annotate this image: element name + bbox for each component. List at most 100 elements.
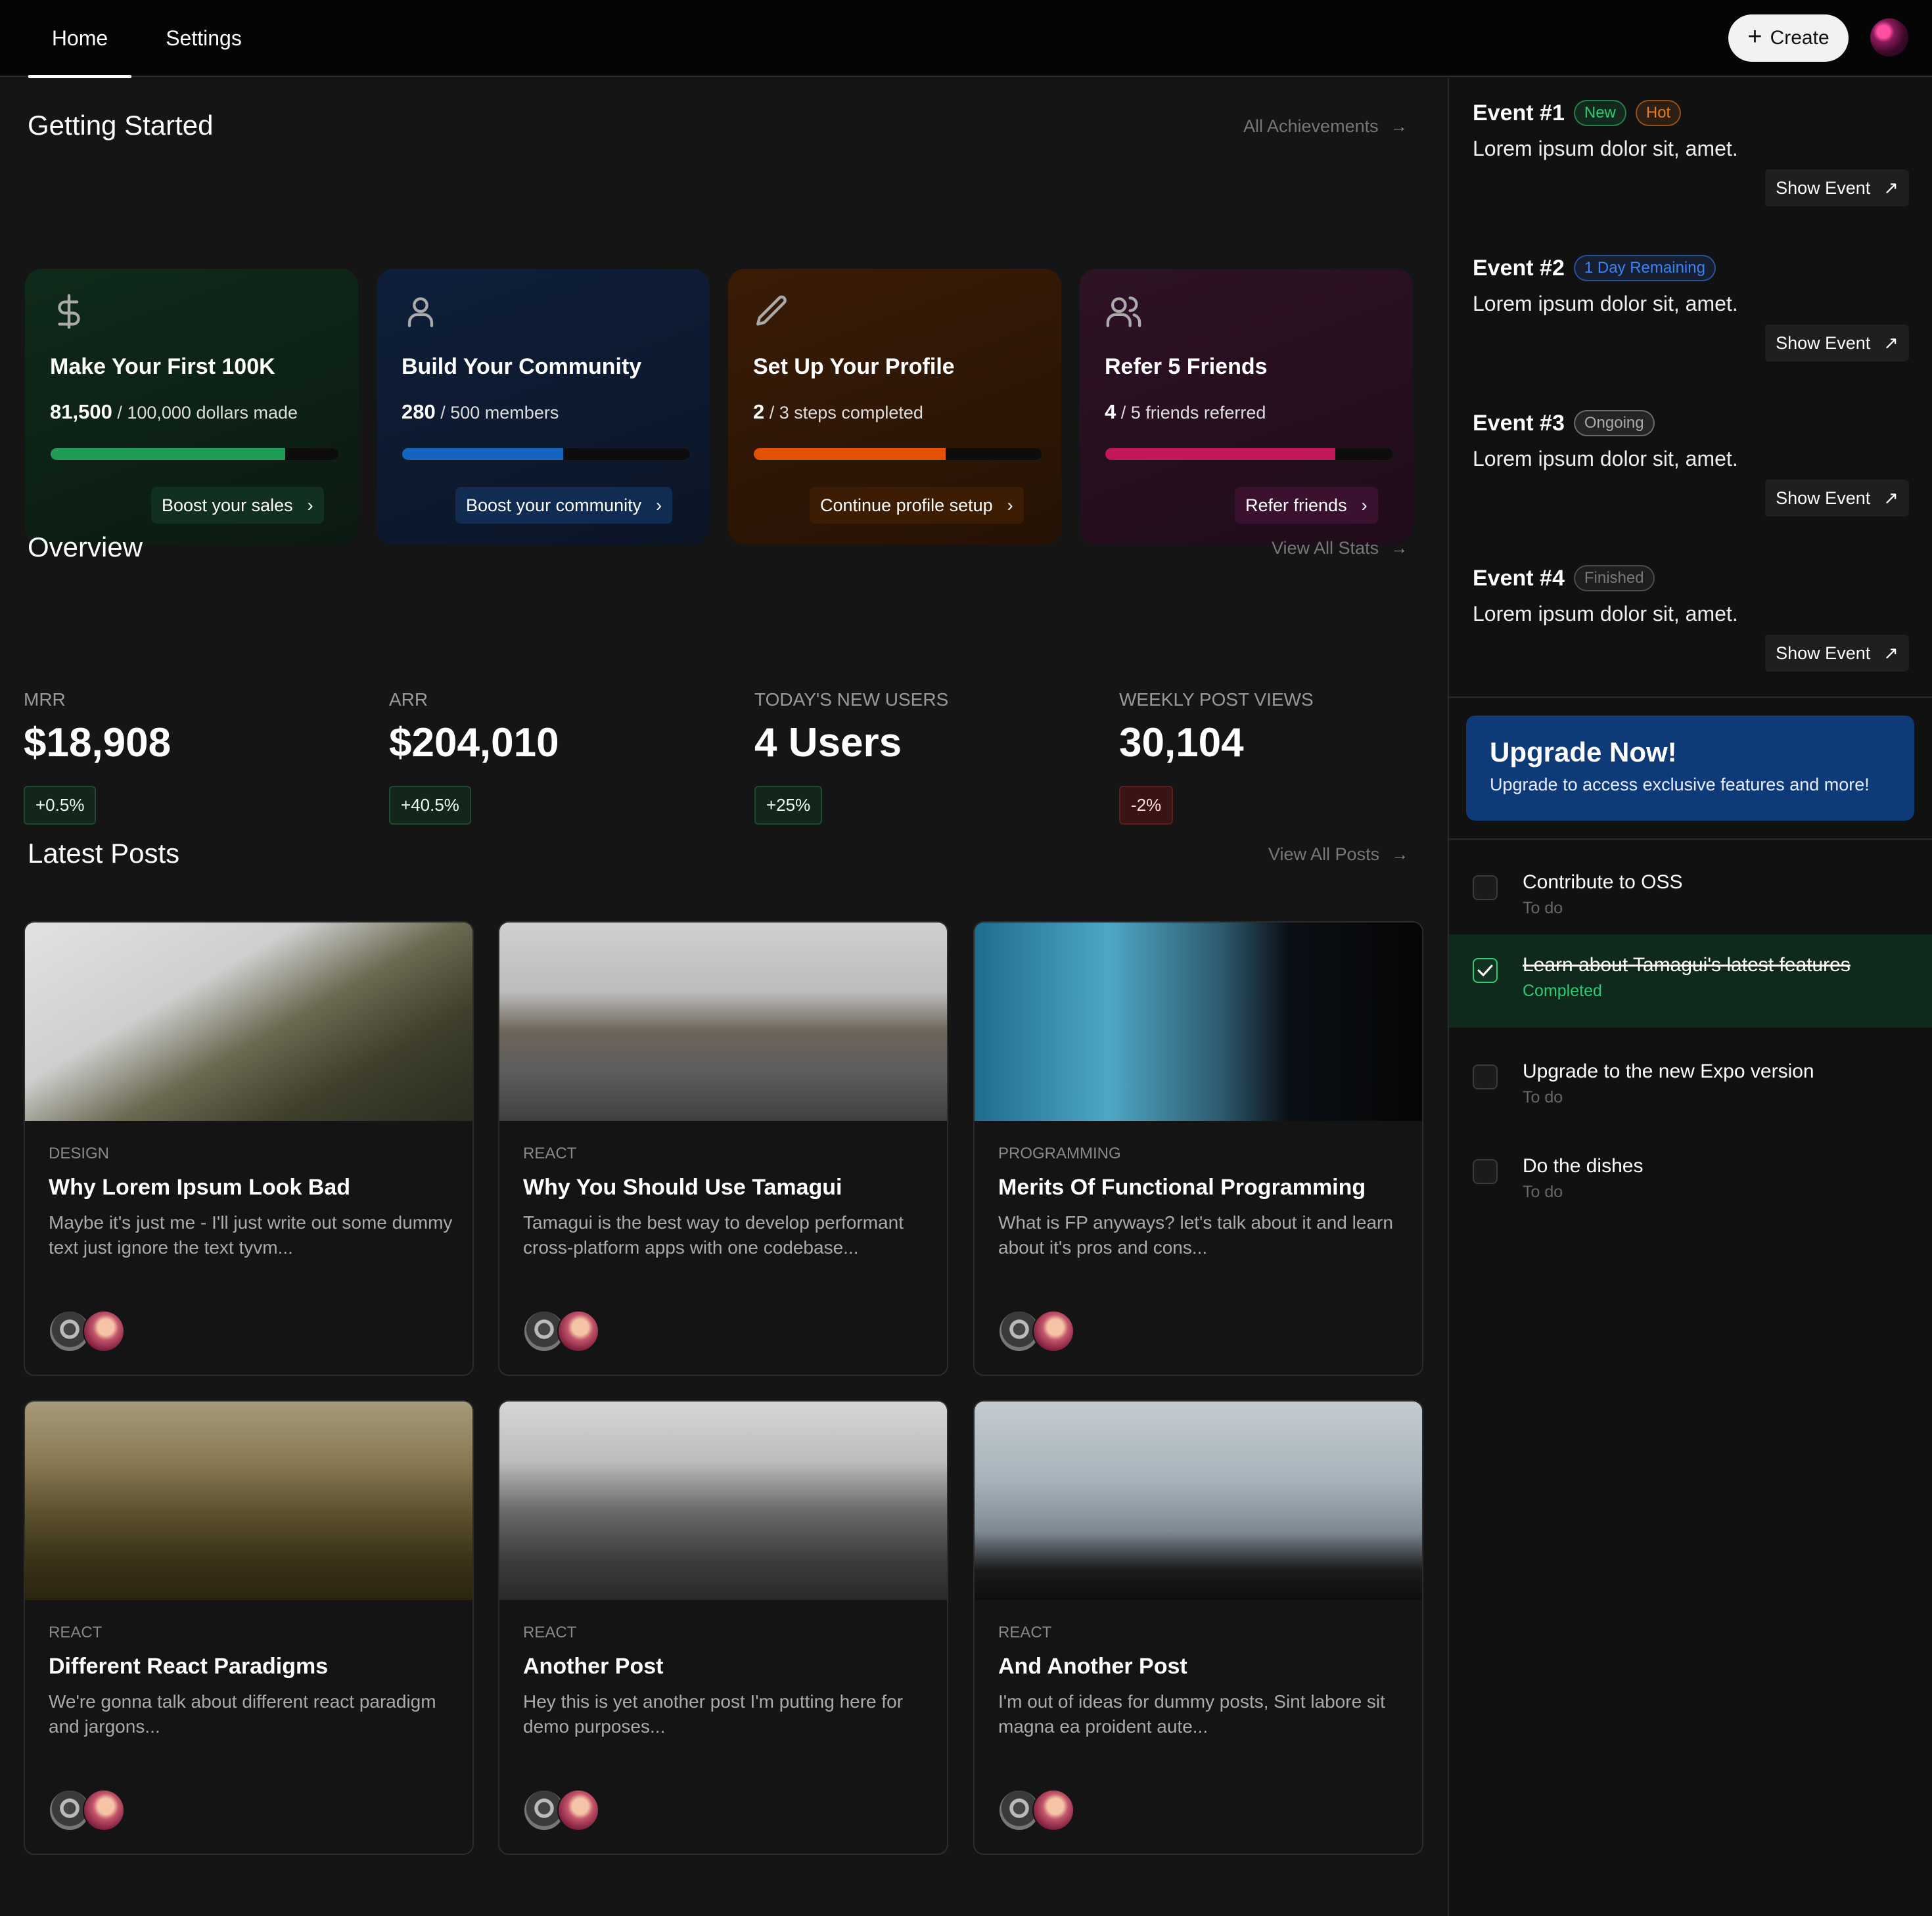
author-avatar (557, 1789, 599, 1831)
tab-home[interactable]: Home (28, 18, 131, 58)
achievement-card-100k: Make Your First 100K 81,500 / 100,000 do… (25, 269, 358, 545)
post-image (499, 923, 947, 1121)
boost-community-button[interactable]: Boost your community › (455, 487, 673, 524)
tab-home-label: Home (51, 26, 108, 50)
event-title-row: Event #3 Ongoing (1473, 410, 1655, 436)
post-title: Another Post (523, 1654, 664, 1679)
post-card[interactable]: Design Why Lorem Ipsum Look Bad Maybe it… (24, 921, 474, 1376)
view-all-stats-link[interactable]: View All Stats → (1272, 538, 1408, 559)
user-avatar[interactable] (1870, 18, 1908, 57)
sidebar-divider (1449, 838, 1932, 840)
show-event-button[interactable]: Show Event ↗ (1765, 325, 1909, 361)
user-icon (407, 297, 434, 327)
tab-settings-label: Settings (166, 26, 242, 50)
progress-bar (753, 447, 1042, 461)
achievement-current: 4 (1105, 400, 1116, 423)
chevron-right-icon: › (1007, 495, 1013, 515)
achievement-current: 280 (402, 400, 436, 423)
stat-change-badge: +40.5% (389, 786, 471, 825)
event-title-row: Event #4 Finished (1473, 565, 1655, 591)
post-description: I'm out of ideas for dummy posts, Sint l… (998, 1691, 1385, 1737)
chevron-right-icon: › (656, 495, 662, 515)
upgrade-title: Upgrade Now! (1490, 737, 1677, 767)
button-label: Boost your community (466, 495, 642, 515)
achievement-rest: / 100,000 dollars made (117, 403, 298, 422)
event-description: Lorem ipsum dolor sit, amet. (1473, 137, 1738, 160)
upgrade-subtitle: Upgrade to access exclusive features and… (1490, 775, 1870, 794)
todo-checkbox[interactable] (1473, 1064, 1498, 1089)
refer-friends-button[interactable]: Refer friends › (1235, 487, 1378, 524)
achievement-current: 2 (753, 400, 765, 423)
view-all-posts-link[interactable]: View All Posts → (1268, 844, 1408, 865)
button-label: Show Event (1776, 332, 1871, 353)
chevron-right-icon: › (307, 495, 313, 515)
post-category: React (998, 1624, 1052, 1641)
post-description: Hey this is yet another post I'm putting… (523, 1691, 904, 1737)
event-description: Lorem ipsum dolor sit, amet. (1473, 447, 1738, 470)
main-content: Getting Started All Achievements → Make … (0, 78, 1448, 1916)
button-label: Show Event (1776, 488, 1871, 508)
external-link-icon: ↗ (1883, 488, 1898, 508)
post-description: What is FP anyways? let's talk about it … (998, 1212, 1393, 1258)
post-image (25, 1402, 472, 1600)
post-card[interactable]: Programming Merits Of Functional Program… (973, 921, 1423, 1376)
view-all-stats-label: View All Stats (1272, 538, 1379, 558)
stat-label: Weekly Post Views (1119, 689, 1314, 710)
continue-profile-button[interactable]: Continue profile setup › (810, 487, 1024, 524)
post-card[interactable]: React Another Post Hey this is yet anoth… (498, 1400, 948, 1855)
external-link-icon: ↗ (1883, 643, 1898, 663)
post-card[interactable]: React Different React Paradigms We're go… (24, 1400, 474, 1855)
button-label: Refer friends (1245, 495, 1347, 515)
getting-started-title: Getting Started (28, 110, 214, 141)
todo-checkbox[interactable] (1473, 1159, 1498, 1184)
achievement-title: Make Your First 100K (50, 354, 275, 379)
todo-status: To do (1523, 1088, 1563, 1106)
todo-checkbox[interactable] (1473, 875, 1498, 900)
event-title-row: Event #1 New Hot (1473, 100, 1682, 126)
chevron-right-icon: › (1361, 495, 1368, 515)
stat-mrr: MRR $18,908 +0.5% (24, 689, 171, 825)
all-achievements-link[interactable]: All Achievements → (1243, 116, 1408, 137)
achievement-rest: / 3 steps completed (769, 403, 923, 422)
check-icon (1477, 965, 1493, 976)
create-button[interactable]: + Create (1728, 14, 1849, 62)
overview-title: Overview (28, 532, 143, 562)
boost-sales-button[interactable]: Boost your sales › (151, 487, 324, 524)
stat-new-users: Today's New Users 4 Users +25% (754, 689, 948, 825)
tab-settings[interactable]: Settings (155, 18, 252, 58)
post-image (975, 1402, 1422, 1600)
top-navigation-bar: Home Settings + Create (0, 0, 1932, 78)
post-category: React (523, 1624, 577, 1641)
post-description: We're gonna talk about different react p… (49, 1691, 436, 1737)
achievement-rest: / 5 friends referred (1120, 403, 1266, 422)
upgrade-banner[interactable]: Upgrade Now! Upgrade to access exclusive… (1466, 716, 1914, 821)
progress-bar-fill (51, 448, 285, 460)
author-avatar (83, 1310, 125, 1352)
stat-change-badge: +0.5% (24, 786, 97, 825)
plus-icon: + (1747, 23, 1762, 51)
achievement-rest: / 500 members (440, 403, 559, 422)
dollar-icon (58, 294, 80, 329)
achievement-card-community: Build Your Community 280 / 500 members B… (377, 269, 710, 545)
all-achievements-label: All Achievements (1243, 116, 1379, 136)
button-label: Continue profile setup (820, 495, 993, 515)
progress-bar (50, 447, 339, 461)
stat-label: MRR (24, 689, 66, 710)
achievement-current: 81,500 (50, 400, 112, 423)
post-category: Programming (998, 1145, 1121, 1162)
show-event-button[interactable]: Show Event ↗ (1765, 635, 1909, 672)
post-authors (49, 1789, 127, 1833)
stat-value: 4 Users (754, 720, 902, 765)
author-avatar (83, 1789, 125, 1831)
post-card[interactable]: React Why You Should Use Tamagui Tamagui… (498, 921, 948, 1376)
todo-item: Do the dishes To do (1449, 1135, 1932, 1229)
post-card[interactable]: React And Another Post I'm out of ideas … (973, 1400, 1423, 1855)
users-icon (1106, 296, 1141, 327)
achievement-title: Set Up Your Profile (753, 354, 955, 379)
create-button-label: Create (1770, 27, 1829, 49)
todo-checkbox[interactable] (1473, 958, 1498, 983)
post-category: Design (49, 1145, 110, 1162)
show-event-button[interactable]: Show Event ↗ (1765, 170, 1909, 206)
stat-change-badge: +25% (754, 786, 823, 825)
show-event-button[interactable]: Show Event ↗ (1765, 480, 1909, 516)
